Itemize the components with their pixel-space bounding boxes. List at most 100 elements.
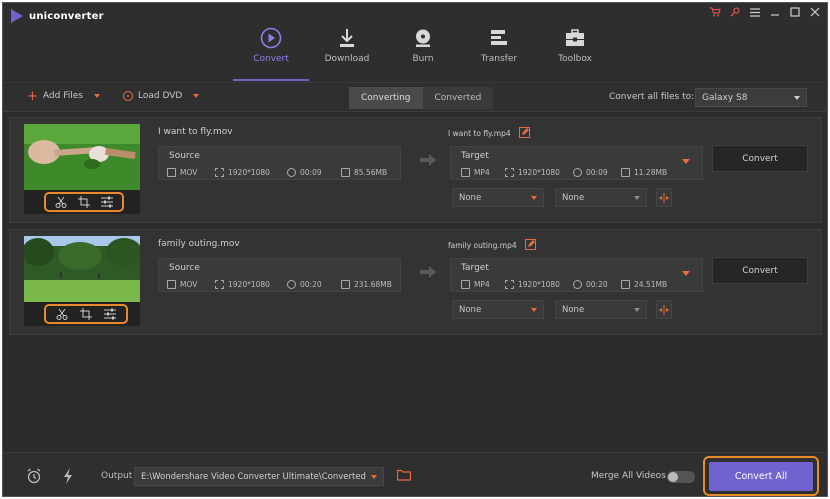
edit-tools-group xyxy=(44,192,124,212)
source-format: MOV xyxy=(180,168,198,177)
split-button[interactable] xyxy=(656,188,672,207)
subtitle-select-value: None xyxy=(459,304,482,315)
chevron-down-icon[interactable] xyxy=(682,159,690,164)
convert-button[interactable]: Convert xyxy=(712,145,808,172)
alarm-clock-icon[interactable] xyxy=(25,467,43,485)
effects-icon[interactable] xyxy=(100,195,114,209)
tab-burn[interactable]: Burn xyxy=(385,23,461,81)
target-filename: family outing.mp4 xyxy=(448,241,517,250)
convert-all-button[interactable]: Convert All xyxy=(709,462,813,491)
resolution-info: 1920*1080 xyxy=(505,168,560,177)
target-filename: I want to fly.mp4 xyxy=(448,129,511,138)
edit-tools-group xyxy=(44,304,128,324)
chevron-down-icon xyxy=(531,195,537,200)
size-info: 24.51MB xyxy=(621,280,667,289)
audio-select-value: None xyxy=(562,192,585,203)
output-path-select[interactable]: E:\Wondershare Video Converter Ultimate\… xyxy=(134,467,384,486)
merge-toggle[interactable] xyxy=(667,471,695,483)
menu-icon[interactable] xyxy=(749,6,761,18)
scissors-icon[interactable] xyxy=(54,195,68,209)
duration-info: 00:09 xyxy=(573,168,608,177)
cart-icon[interactable] xyxy=(709,6,721,18)
add-files-button[interactable]: + Add Files xyxy=(27,90,100,103)
audio-select[interactable]: None xyxy=(555,188,647,207)
chevron-down-icon[interactable] xyxy=(193,94,200,98)
duration-info: 00:09 xyxy=(287,168,322,177)
tab-transfer[interactable]: Transfer xyxy=(461,23,537,81)
app-title: uniconverter xyxy=(29,10,104,22)
target-size: 11.28MB xyxy=(634,168,668,177)
format-info: MOV xyxy=(167,280,197,289)
scissors-icon[interactable] xyxy=(55,307,69,321)
video-thumbnail[interactable] xyxy=(24,236,140,302)
source-label: Source xyxy=(169,151,200,161)
crop-icon[interactable] xyxy=(77,195,91,209)
edit-name-icon[interactable] xyxy=(524,239,536,252)
folder-icon xyxy=(341,280,350,289)
tab-download-label: Download xyxy=(324,54,370,64)
minimize-icon[interactable] xyxy=(769,6,781,18)
target-resolution: 1920*1080 xyxy=(518,168,560,177)
convert-button[interactable]: Convert xyxy=(712,257,808,284)
film-icon xyxy=(167,168,176,177)
film-icon xyxy=(461,280,470,289)
file-row: family outing.mov Source MOV 1920*1080 0… xyxy=(9,229,822,335)
subtitle-select[interactable]: None xyxy=(452,300,544,319)
download-icon xyxy=(336,27,358,49)
video-thumbnail[interactable] xyxy=(24,124,140,190)
output-path-value: E:\Wondershare Video Converter Ultimate\… xyxy=(141,471,366,482)
edit-name-icon[interactable] xyxy=(518,127,530,140)
maximize-icon[interactable] xyxy=(789,6,801,18)
logo-icon xyxy=(11,9,23,23)
audio-select[interactable]: None xyxy=(555,300,647,319)
size-info: 231.68MB xyxy=(341,280,392,289)
bottom-bar: Output E:\Wondershare Video Converter Ul… xyxy=(3,452,827,496)
device-select-value: Galaxy S8 xyxy=(702,92,748,103)
thumbnail-tools xyxy=(24,190,140,214)
tab-transfer-label: Transfer xyxy=(480,54,518,64)
crop-icon[interactable] xyxy=(79,307,93,321)
app-window: uniconverter Convert Download Burn Trans… xyxy=(2,2,828,497)
resolution-icon xyxy=(215,168,224,177)
toolbox-icon xyxy=(564,27,586,49)
format-info: MP4 xyxy=(461,280,490,289)
tab-convert[interactable]: Convert xyxy=(233,23,309,81)
device-select[interactable]: Galaxy S8 xyxy=(695,88,807,107)
duration-info: 00:20 xyxy=(287,280,322,289)
target-duration: 00:09 xyxy=(586,168,608,177)
tab-converting[interactable]: Converting xyxy=(349,87,423,109)
key-icon[interactable] xyxy=(729,6,741,18)
split-button[interactable] xyxy=(656,300,672,319)
target-format: MP4 xyxy=(474,168,490,177)
arrow-right-icon xyxy=(420,154,436,166)
tab-download[interactable]: Download xyxy=(309,23,385,81)
chevron-down-icon[interactable] xyxy=(682,271,690,276)
chevron-down-icon[interactable] xyxy=(93,94,100,98)
file-row: I want to fly.mov Source MOV 1920*1080 0… xyxy=(9,117,822,223)
lightning-icon[interactable] xyxy=(59,467,77,485)
duration-info: 00:20 xyxy=(573,280,608,289)
close-icon[interactable] xyxy=(809,6,821,18)
burn-icon xyxy=(412,27,434,49)
effects-icon[interactable] xyxy=(103,307,117,321)
target-resolution: 1920*1080 xyxy=(518,280,560,289)
transfer-icon xyxy=(488,27,510,49)
format-info: MOV xyxy=(167,168,197,177)
source-info: Source MOV 1920*1080 00:20 231.68MB xyxy=(158,258,401,292)
load-dvd-button[interactable]: Load DVD xyxy=(123,91,200,101)
target-info[interactable]: Target MP4 1920*1080 00:09 11.28MB xyxy=(450,146,703,180)
subtitle-select[interactable]: None xyxy=(452,188,544,207)
convert-icon xyxy=(260,27,282,49)
target-label: Target xyxy=(461,263,489,273)
target-name: I want to fly.mp4 xyxy=(448,127,530,140)
tab-toolbox[interactable]: Toolbox xyxy=(537,23,613,81)
size-info: 85.56MB xyxy=(341,168,387,177)
resolution-icon xyxy=(505,168,514,177)
open-folder-icon[interactable] xyxy=(396,469,412,481)
resolution-info: 1920*1080 xyxy=(505,280,560,289)
status-tabs: Converting Converted xyxy=(349,87,494,109)
output-label: Output xyxy=(101,471,133,481)
tab-converted[interactable]: Converted xyxy=(422,87,494,109)
target-info[interactable]: Target MP4 1920*1080 00:20 24.51MB xyxy=(450,258,703,292)
resolution-icon xyxy=(505,280,514,289)
